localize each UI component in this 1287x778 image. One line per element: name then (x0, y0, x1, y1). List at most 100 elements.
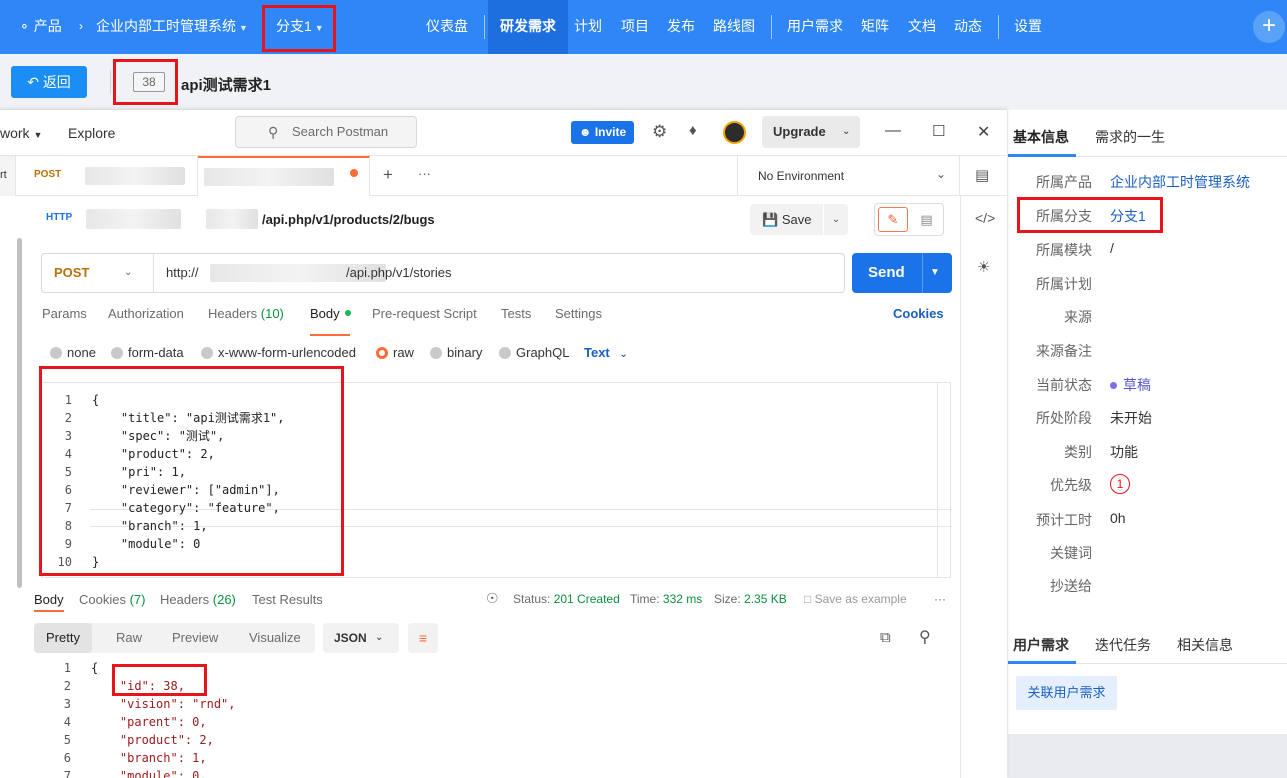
new-tab-plus-icon[interactable]: + (383, 165, 393, 185)
nav-divider (771, 15, 772, 39)
raw-type-select[interactable]: Text ⌄ (584, 345, 628, 360)
edit-pencil-icon[interactable]: ✎ (878, 207, 908, 232)
back-button[interactable]: ↶ 返回 (11, 66, 87, 98)
request-tab-active[interactable] (198, 156, 370, 196)
lightbulb-icon[interactable]: ☀ (977, 258, 990, 276)
nav-plan[interactable]: 计划 (574, 0, 602, 54)
tab-user-requirements[interactable]: 用户需求 (1013, 635, 1069, 655)
tab-tests[interactable]: Tests (501, 306, 531, 321)
save-example-label: Save as example (814, 592, 907, 606)
view-pretty[interactable]: Pretty (34, 623, 92, 653)
maximize-icon[interactable]: ☐ (932, 122, 945, 140)
url-input[interactable]: http:// (166, 254, 199, 292)
view-mode-toggle: ✎ ▤ (874, 203, 944, 236)
response-body-viewer[interactable]: 1 { 2 "id": 38, 3 "vision": "rnd", 4 "par… (41, 659, 941, 778)
settings-icon[interactable]: ⚙ (652, 122, 667, 142)
nav-release[interactable]: 发布 (667, 0, 695, 54)
top-navbar: ⚬ 产品 › 企业内部工时管理系统 ▼ 分支1 ▼ 仪表盘 研发需求 计划 项目 发… (0, 0, 1287, 54)
more-tabs-icon[interactable]: ··· (418, 166, 431, 181)
invite-button[interactable]: ☻ Invite (571, 121, 634, 144)
line-number: 1 (64, 393, 72, 407)
back-arrow-icon: ↶ (27, 74, 39, 90)
wrap-lines-icon[interactable]: ≡ (408, 623, 438, 653)
nav-doc[interactable]: 文档 (908, 0, 936, 54)
tab-story-life[interactable]: 需求的一生 (1095, 127, 1165, 147)
upgrade-button[interactable]: Upgrade ⌄ (762, 116, 860, 148)
nav-roadmap[interactable]: 路线图 (713, 0, 755, 54)
chevron-down-icon[interactable]: ▼ (930, 253, 940, 293)
view-raw[interactable]: Raw (116, 623, 142, 653)
view-visualize[interactable]: Visualize (249, 623, 301, 653)
nav-requirements[interactable]: 用户需求 (787, 0, 843, 54)
tab-prerequest-script[interactable]: Pre-request Script (372, 306, 477, 321)
http-method-select[interactable]: POST (54, 254, 89, 292)
info-row-source: 来源 (1008, 307, 1287, 331)
tab-settings[interactable]: Settings (555, 306, 602, 321)
info-label: 类别 (1064, 444, 1092, 460)
link-user-requirement-button[interactable]: 关联用户需求 (1016, 676, 1117, 710)
product-menu[interactable]: ⚬ 产品 (19, 0, 62, 54)
branch-switcher[interactable]: 分支1 ▼ (276, 0, 324, 54)
chevron-down-icon: ⌄ (375, 632, 384, 643)
tab-response-body[interactable]: Body (34, 592, 64, 607)
request-name[interactable]: /api.php/v1/products/2/bugs (262, 212, 435, 227)
radio-label: form-data (128, 345, 184, 360)
radio-raw[interactable] (376, 347, 388, 359)
nav-settings[interactable]: 设置 (1014, 0, 1042, 54)
nav-project[interactable]: 项目 (621, 0, 649, 54)
request-body-editor[interactable]: 1 { 2 "title": "api测试需求1", 3 "spec": "测试"… (41, 382, 952, 578)
editor-scrollbar[interactable] (937, 383, 938, 577)
request-tab[interactable]: POST (25, 156, 198, 196)
explore-link[interactable]: Explore (68, 125, 115, 141)
search-icon[interactable]: ⚲ (919, 627, 931, 647)
body-type-selector: none form-data x-www-form-urlencoded raw… (0, 343, 960, 365)
code-snippet-icon[interactable]: </> (975, 210, 995, 226)
chevron-down-icon[interactable]: ⌄ (124, 254, 132, 292)
more-options-icon[interactable]: ··· (934, 592, 946, 606)
branch-link[interactable]: 分支1 (1110, 206, 1146, 226)
copy-icon[interactable]: ⧉ (880, 629, 891, 646)
tab-headers[interactable]: Headers (10) (208, 306, 284, 321)
tab-basic-info[interactable]: 基本信息 (1013, 127, 1069, 147)
workspaces-menu[interactable]: work ▼ (0, 125, 42, 141)
environment-selector[interactable]: No Environment ⌄ (737, 156, 960, 196)
save-as-example-button[interactable]: □ Save as example (804, 592, 907, 606)
nav-dynamic[interactable]: 动态 (954, 0, 982, 54)
nav-stories[interactable]: 研发需求 (488, 0, 568, 54)
tab-related-info[interactable]: 相关信息 (1177, 635, 1233, 655)
tab-body[interactable]: Body (310, 306, 351, 321)
radio-urlencoded[interactable] (201, 347, 213, 359)
save-options-chevron-icon[interactable]: ⌄ (824, 204, 848, 235)
globe-icon[interactable]: ☉ (486, 590, 499, 607)
product-switcher[interactable]: 企业内部工时管理系统 ▼ (96, 0, 248, 54)
tab-test-results[interactable]: Test Results (252, 592, 323, 607)
send-button[interactable]: Send ▼ (852, 253, 952, 293)
info-row-plan: 所属计划 (1008, 274, 1287, 298)
nav-matrix[interactable]: 矩阵 (861, 0, 889, 54)
radio-graphql[interactable] (499, 347, 511, 359)
tab-authorization[interactable]: Authorization (108, 306, 184, 321)
create-plus-button[interactable]: + (1253, 11, 1285, 43)
tab-iteration-tasks[interactable]: 迭代任务 (1095, 635, 1151, 655)
user-avatar[interactable] (723, 121, 746, 144)
view-preview[interactable]: Preview (172, 623, 218, 653)
search-input[interactable]: ⚲ Search Postman (235, 116, 417, 148)
save-button[interactable]: 💾 Save (750, 204, 823, 235)
tab-response-headers[interactable]: Headers (26) (160, 592, 236, 607)
close-icon[interactable]: ✕ (977, 122, 990, 142)
nav-dashboard[interactable]: 仪表盘 (426, 0, 468, 54)
documentation-icon[interactable]: ▤ (912, 207, 941, 232)
tab-response-cookies[interactable]: Cookies (7) (79, 592, 145, 607)
radio-none[interactable] (50, 347, 62, 359)
notifications-bell-icon[interactable]: ♦ (689, 122, 697, 139)
radio-form-data[interactable] (111, 347, 123, 359)
radio-binary[interactable] (430, 347, 442, 359)
tab-params[interactable]: Params (42, 306, 87, 321)
minimize-icon[interactable]: — (885, 122, 901, 140)
response-format-select[interactable]: JSON ⌄ (323, 623, 399, 653)
environment-quick-look-icon[interactable]: ▤ (975, 166, 989, 184)
sidebar-scrollbar[interactable] (17, 238, 22, 588)
product-link[interactable]: 企业内部工时管理系统 (1110, 172, 1250, 192)
line-number: 1 (63, 661, 71, 675)
cookies-link[interactable]: Cookies (893, 306, 944, 321)
